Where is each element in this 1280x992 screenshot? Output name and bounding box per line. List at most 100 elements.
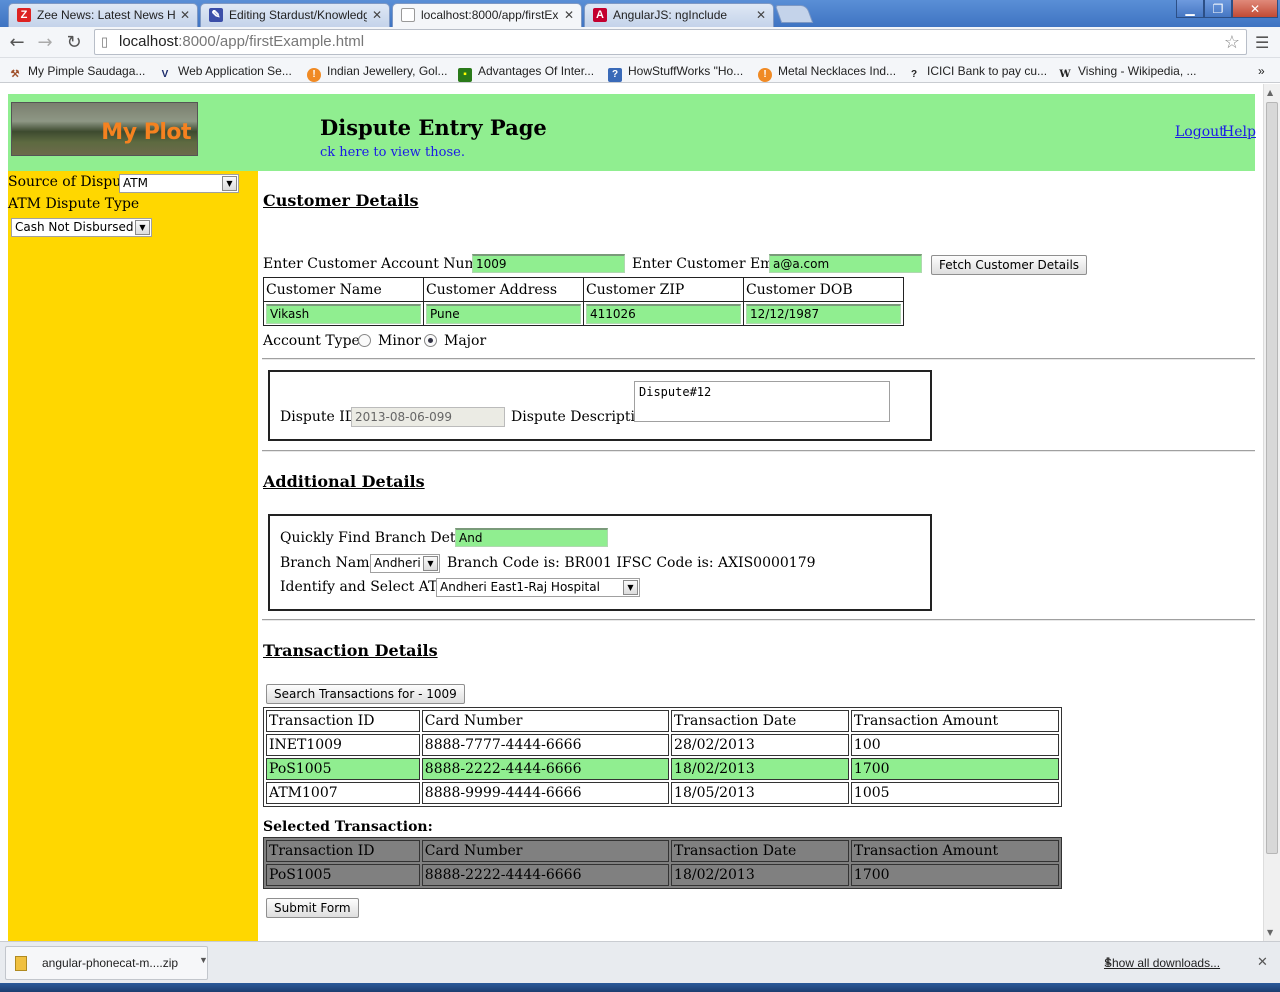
- bookmark-item[interactable]: V Web Application Se...: [158, 62, 292, 80]
- atm-dispute-type-select[interactable]: Cash Not Disbursed ▼: [11, 218, 152, 237]
- logout-link[interactable]: Logout: [1175, 124, 1225, 140]
- divider: [262, 450, 1255, 452]
- customer-dob-input[interactable]: 12/12/1987: [746, 303, 901, 324]
- table-cell: 411026: [583, 301, 744, 326]
- dispute-id-label: Dispute ID: [280, 409, 356, 425]
- table-cell: 8888-9999-4444-6666: [421, 782, 670, 804]
- fetch-customer-details-button[interactable]: Fetch Customer Details: [931, 255, 1088, 275]
- green-square-icon: ▪: [458, 68, 472, 82]
- submit-form-button[interactable]: Submit Form: [266, 898, 359, 918]
- table-cell: PoS1005: [266, 864, 420, 886]
- chevron-down-icon: ▼: [623, 580, 638, 595]
- scroll-down-icon[interactable]: ▼: [1267, 928, 1273, 937]
- select-value: Andheri: [374, 556, 421, 570]
- table-cell: 1700: [850, 758, 1059, 780]
- bookmark-item[interactable]: ▪ Advantages Of Inter...: [458, 62, 595, 82]
- scroll-up-icon[interactable]: ▲: [1267, 88, 1273, 97]
- wikipedia-icon: W: [1059, 69, 1071, 80]
- minor-radio[interactable]: [358, 334, 371, 347]
- customer-address-input[interactable]: Pune: [426, 303, 581, 324]
- customer-zip-input[interactable]: 411026: [586, 303, 741, 324]
- tab-editing-stardust[interactable]: ✎ Editing Stardust/Knowledg ✕: [200, 3, 390, 27]
- major-radio[interactable]: [424, 334, 437, 347]
- menu-icon[interactable]: ☰: [1255, 33, 1269, 52]
- bookmark-star-icon[interactable]: ☆: [1224, 30, 1240, 54]
- chevron-down-icon: ▼: [135, 220, 150, 235]
- close-icon[interactable]: ✕: [1257, 954, 1268, 970]
- orange-circle-icon: !: [758, 68, 772, 82]
- customer-name-input[interactable]: Vikash: [266, 303, 421, 324]
- bookmark-item[interactable]: ! Indian Jewellery, Gol...: [307, 62, 448, 82]
- minimize-icon[interactable]: ▁: [1176, 0, 1204, 18]
- bookmark-item[interactable]: ⚒ My Pimple Saudaga...: [8, 62, 146, 80]
- table-cell: 100: [850, 734, 1059, 756]
- customer-details-heading: Customer Details: [263, 191, 419, 210]
- select-atm-label: Identify and Select ATM: [280, 579, 452, 595]
- reload-icon[interactable]: ↻: [62, 31, 86, 55]
- table-row[interactable]: ATM1007 8888-9999-4444-6666 18/05/2013 1…: [266, 782, 1059, 804]
- logo-text: My Plot: [101, 120, 191, 145]
- column-header: Card Number: [421, 840, 670, 862]
- bookmarks-overflow[interactable]: »: [1258, 62, 1265, 80]
- page-header: My Plot Dispute Entry Page ck here to vi…: [8, 94, 1256, 171]
- close-icon[interactable]: ✕: [372, 4, 382, 26]
- tab-localhost[interactable]: localhost:8000/app/firstEx ✕: [392, 3, 582, 27]
- maximize-icon[interactable]: ❐: [1204, 0, 1232, 18]
- close-icon[interactable]: ✕: [180, 4, 190, 26]
- additional-details-heading: Additional Details: [263, 472, 425, 491]
- branch-name-select[interactable]: Andheri ▼: [370, 554, 440, 573]
- new-tab-button[interactable]: [774, 5, 814, 23]
- bookmark-item[interactable]: ! Metal Necklaces Ind...: [758, 62, 896, 82]
- tab-zee-news[interactable]: Z Zee News: Latest News He ✕: [8, 3, 198, 27]
- find-branch-input[interactable]: And: [455, 528, 608, 547]
- column-header: Transaction Amount: [850, 710, 1059, 732]
- url-rest: :8000/app/firstExample.html: [178, 33, 365, 50]
- bookmark-label: Advantages Of Inter...: [478, 64, 595, 78]
- tab-label: AngularJS: ngInclude: [613, 8, 728, 22]
- vertical-scrollbar[interactable]: ▲ ▼: [1263, 84, 1280, 941]
- source-of-dispute-select[interactable]: ATM ▼: [119, 174, 239, 193]
- page-viewport: My Plot Dispute Entry Page ck here to vi…: [0, 84, 1263, 941]
- table-cell: 8888-2222-4444-6666: [421, 758, 670, 780]
- download-item[interactable]: angular-phonecat-m....zip ▼: [5, 946, 208, 980]
- bookmark-item[interactable]: ? ICICI Bank to pay cu...: [907, 62, 1047, 80]
- close-icon[interactable]: ✕: [756, 4, 766, 26]
- address-bar[interactable]: ▯ localhost:8000/app/firstExample.html ☆: [94, 29, 1247, 55]
- search-transactions-button[interactable]: Search Transactions for - 1009: [266, 684, 465, 704]
- table-row[interactable]: INET1009 8888-7777-4444-6666 28/02/2013 …: [266, 734, 1059, 756]
- scrollbar-thumb[interactable]: [1266, 102, 1278, 854]
- table-header-row: Transaction ID Card Number Transaction D…: [266, 710, 1059, 732]
- close-icon[interactable]: ✕: [564, 4, 574, 26]
- download-file-name: angular-phonecat-m....zip: [42, 956, 179, 970]
- table-cell: 18/05/2013: [671, 782, 849, 804]
- minor-label: Minor: [378, 333, 421, 349]
- chevron-down-icon[interactable]: ▼: [199, 955, 208, 965]
- customer-table: Customer Name Customer Address Customer …: [263, 277, 904, 326]
- window-close-icon[interactable]: ✕: [1232, 0, 1278, 18]
- page-icon: ▯: [101, 34, 109, 49]
- back-icon[interactable]: ←: [5, 31, 29, 55]
- help-link[interactable]: Help: [1222, 124, 1256, 140]
- view-link[interactable]: ck here to view those.: [320, 145, 465, 160]
- divider: [262, 619, 1255, 621]
- customer-email-input[interactable]: a@a.com: [769, 254, 922, 273]
- table-row: Vikash Pune 411026 12/12/1987: [263, 301, 904, 326]
- account-number-input[interactable]: 1009: [472, 254, 625, 273]
- editor-icon: ✎: [209, 8, 223, 22]
- table-cell: ATM1007: [266, 782, 420, 804]
- atm-select[interactable]: Andheri East1-Raj Hospital ▼: [436, 578, 640, 597]
- column-header: Customer Name: [263, 277, 424, 302]
- table-cell: 1700: [850, 864, 1059, 886]
- bookmark-label: Indian Jewellery, Gol...: [327, 64, 448, 78]
- forward-icon[interactable]: →: [33, 31, 57, 55]
- bookmarks-bar: ⚒ My Pimple Saudaga... V Web Application S…: [0, 58, 1280, 83]
- bookmark-item[interactable]: W Vishing - Wikipedia, ...: [1058, 62, 1196, 80]
- table-cell: 12/12/1987: [743, 301, 904, 326]
- zee-news-icon: Z: [17, 8, 31, 22]
- show-all-downloads-link[interactable]: Show all downloads...: [1104, 956, 1220, 970]
- bookmark-item[interactable]: ? HowStuffWorks "Ho...: [608, 62, 743, 82]
- dispute-description-input[interactable]: Dispute#12: [634, 381, 890, 422]
- table-cell: PoS1005: [266, 758, 420, 780]
- tab-angularjs[interactable]: A AngularJS: ngInclude ✕: [584, 3, 774, 27]
- table-row-selected[interactable]: PoS1005 8888-2222-4444-6666 18/02/2013 1…: [266, 758, 1059, 780]
